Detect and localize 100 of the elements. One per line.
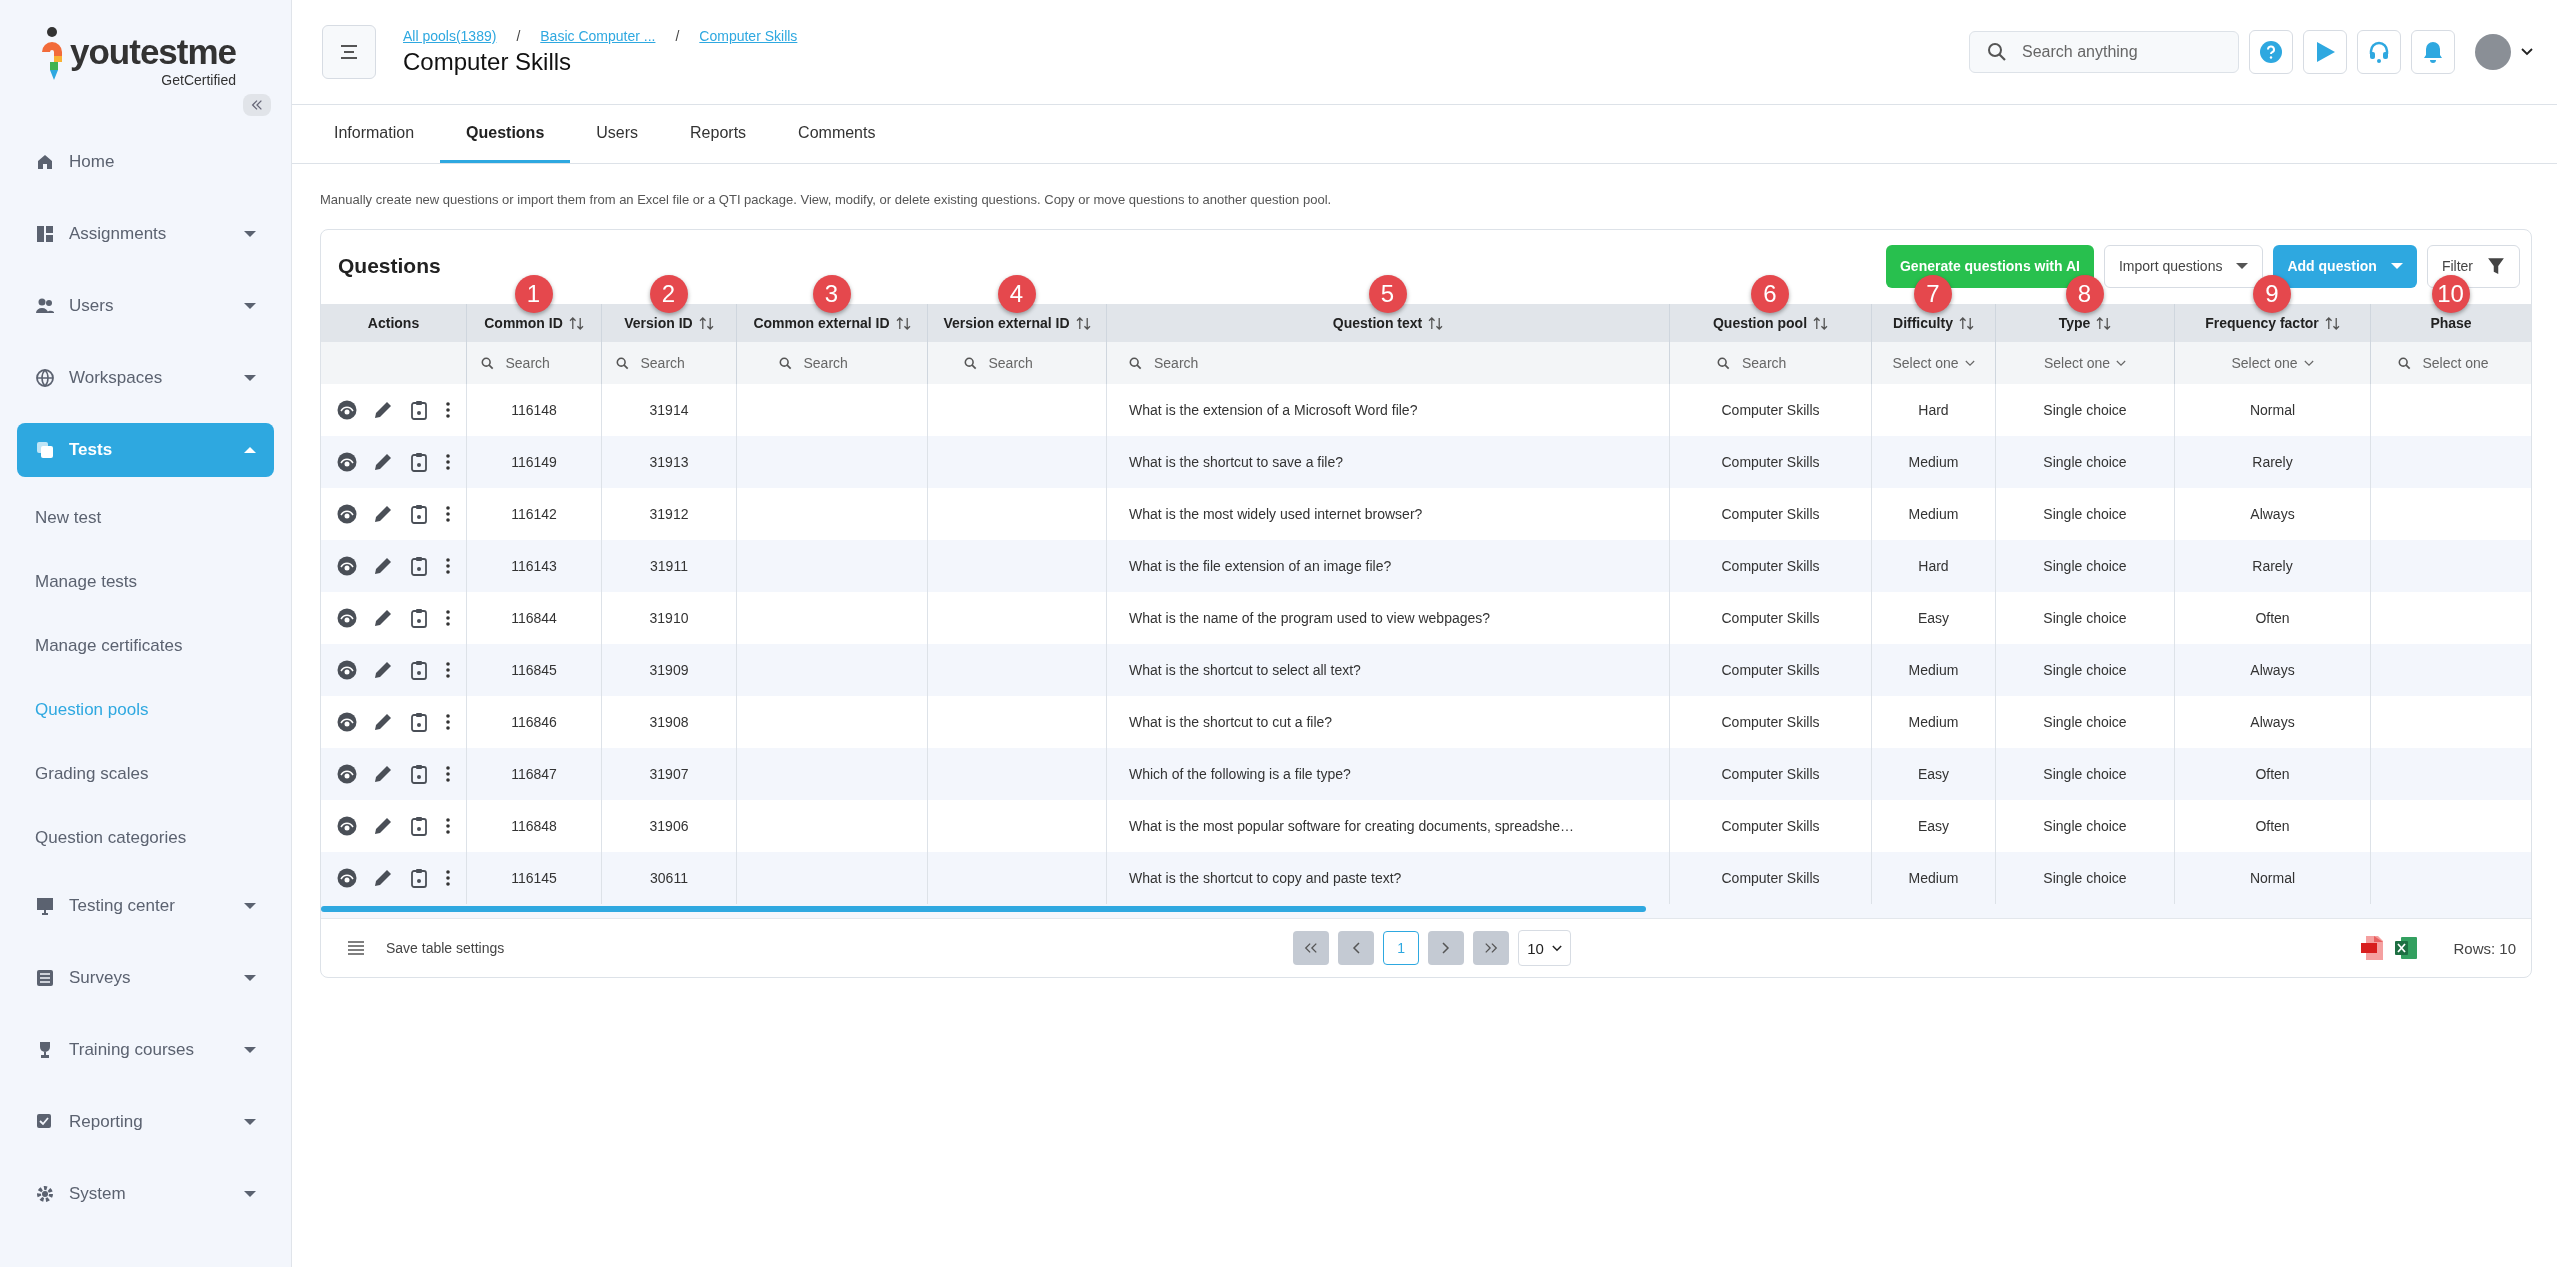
clipboard-icon[interactable] — [408, 712, 429, 732]
menu-button[interactable] — [322, 25, 376, 79]
column-search-field[interactable]: Search — [503, 354, 588, 372]
column-search-field[interactable]: Search — [801, 354, 886, 372]
table-cell: Normal — [2249, 870, 2296, 886]
clipboard-icon[interactable] — [408, 556, 429, 576]
excel-export-icon[interactable] — [2394, 935, 2419, 961]
clipboard-icon[interactable] — [408, 816, 429, 836]
save-settings-link[interactable]: Save table settings — [386, 940, 505, 956]
edit-icon[interactable] — [372, 660, 393, 680]
clipboard-icon[interactable] — [408, 400, 429, 420]
table-cell: Normal — [2249, 402, 2296, 418]
page-size-dropdown[interactable]: 10 — [1518, 930, 1571, 966]
last-page-button[interactable] — [1473, 931, 1510, 965]
tab[interactable]: Questions — [440, 105, 571, 163]
sidebar-subitem[interactable]: Grading scales — [17, 752, 274, 796]
sidebar-item[interactable]: Training courses — [17, 1023, 274, 1077]
headset-icon — [2367, 40, 2391, 64]
edit-icon[interactable] — [372, 608, 393, 628]
more-icon[interactable] — [444, 660, 451, 680]
sidebar-item[interactable]: Workspaces — [17, 351, 274, 405]
column-select-dropdown[interactable]: Select one — [2231, 355, 2314, 371]
import-dropdown-button[interactable]: Import questions — [2103, 244, 2264, 288]
clipboard-icon[interactable] — [408, 504, 429, 524]
play-button[interactable] — [2303, 30, 2347, 74]
view-icon[interactable] — [336, 452, 357, 472]
column-search-field[interactable]: Search — [638, 354, 723, 372]
view-icon[interactable] — [336, 712, 357, 732]
more-icon[interactable] — [444, 504, 451, 524]
view-icon[interactable] — [336, 400, 357, 420]
next-page-button[interactable] — [1428, 931, 1465, 965]
tab[interactable]: Reports — [664, 105, 773, 163]
column-search-field[interactable]: Search — [1152, 354, 1236, 372]
sidebar-subitem[interactable]: Question categories — [17, 816, 274, 860]
clipboard-icon[interactable] — [408, 764, 429, 784]
horizontal-scrollbar[interactable] — [321, 904, 2531, 918]
edit-icon[interactable] — [372, 764, 393, 784]
sidebar-item[interactable]: Surveys — [17, 951, 274, 1005]
collapse-sidebar-button[interactable] — [243, 94, 271, 116]
sidebar-item[interactable]: Reporting — [17, 1095, 274, 1149]
clipboard-icon[interactable] — [408, 452, 429, 472]
column-search-field[interactable]: Search — [1740, 354, 1824, 372]
more-icon[interactable] — [444, 452, 451, 472]
tab[interactable]: Users — [570, 105, 665, 163]
sort-icon — [1075, 316, 1091, 330]
edit-icon[interactable] — [372, 712, 393, 732]
view-icon[interactable] — [336, 764, 357, 784]
column-search-field[interactable]: Select one — [2420, 354, 2505, 372]
view-icon[interactable] — [336, 608, 357, 628]
notifications-button[interactable] — [2411, 30, 2455, 74]
more-icon[interactable] — [444, 764, 451, 784]
edit-icon[interactable] — [372, 400, 393, 420]
view-icon[interactable] — [336, 868, 357, 888]
sidebar-item[interactable]: Home — [17, 135, 274, 189]
clipboard-icon[interactable] — [408, 868, 429, 888]
sidebar-item[interactable]: System — [17, 1167, 274, 1221]
column-search-field[interactable]: Search — [986, 354, 1071, 372]
list-icon[interactable] — [348, 941, 364, 955]
edit-icon[interactable] — [372, 556, 393, 576]
table-cell: Always — [2250, 714, 2295, 730]
sidebar-item[interactable]: Assignments — [17, 207, 274, 261]
more-icon[interactable] — [444, 608, 451, 628]
more-icon[interactable] — [444, 868, 451, 888]
column-select-dropdown[interactable]: Select one — [2043, 355, 2127, 371]
pdf-export-icon[interactable] — [2360, 935, 2385, 961]
sidebar-item[interactable]: Testing center — [17, 879, 274, 933]
column-select-dropdown[interactable]: Select one — [1892, 355, 1975, 371]
tab[interactable]: Information — [308, 105, 441, 163]
avatar-placeholder[interactable] — [2475, 34, 2511, 70]
edit-icon[interactable] — [372, 504, 393, 524]
sidebar-subitem[interactable]: New test — [17, 496, 274, 540]
clipboard-icon[interactable] — [408, 660, 429, 680]
more-icon[interactable] — [444, 816, 451, 836]
table-cell: Computer Skills — [1721, 454, 1820, 470]
search-field[interactable]: Search anything — [1969, 31, 2239, 73]
caret-icon — [2236, 262, 2249, 270]
support-button[interactable] — [2357, 30, 2401, 74]
sort-icon — [1428, 316, 1444, 330]
previous-page-button[interactable] — [1338, 931, 1375, 965]
sidebar-item[interactable]: Users — [17, 279, 274, 333]
table-cell: Medium — [1908, 714, 1959, 730]
edit-icon[interactable] — [372, 816, 393, 836]
sidebar-subitem[interactable]: Manage certificates — [17, 624, 274, 668]
view-icon[interactable] — [336, 816, 357, 836]
more-icon[interactable] — [444, 712, 451, 732]
first-page-button[interactable] — [1293, 931, 1330, 965]
view-icon[interactable] — [336, 504, 357, 524]
clipboard-icon[interactable] — [408, 608, 429, 628]
view-icon[interactable] — [336, 660, 357, 680]
help-button[interactable] — [2249, 30, 2293, 74]
more-icon[interactable] — [444, 400, 451, 420]
sidebar-subitem[interactable]: Manage tests — [17, 560, 274, 604]
chevron-down-icon[interactable] — [2521, 48, 2533, 56]
edit-icon[interactable] — [372, 452, 393, 472]
view-icon[interactable] — [336, 556, 357, 576]
bell-icon — [2421, 40, 2445, 64]
edit-icon[interactable] — [372, 868, 393, 888]
number-marker: 4 — [997, 275, 1036, 313]
tab[interactable]: Comments — [772, 105, 902, 163]
more-icon[interactable] — [444, 556, 451, 576]
